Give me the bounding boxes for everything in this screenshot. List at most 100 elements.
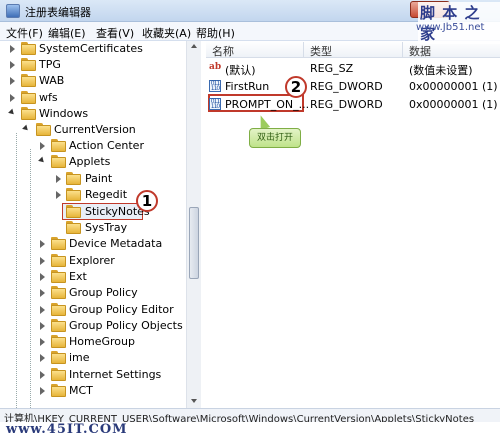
- folder-open-icon: [51, 155, 66, 168]
- scrollbar-thumb[interactable]: [189, 207, 199, 279]
- folder-icon: [66, 221, 81, 234]
- expand-arrow-icon[interactable]: [40, 273, 45, 281]
- expand-arrow-icon[interactable]: [40, 322, 45, 330]
- folder-icon: [51, 335, 66, 348]
- column-divider[interactable]: [303, 42, 304, 57]
- regedit-app-icon: [6, 4, 20, 18]
- tree-item-label: Explorer: [69, 254, 115, 267]
- expand-arrow-icon[interactable]: [40, 338, 45, 346]
- folder-icon: [21, 74, 36, 87]
- collapse-arrow-icon[interactable]: [22, 124, 30, 133]
- folder-icon: [66, 172, 81, 185]
- status-bar: 计算机\HKEY_CURRENT_USER\Software\Microsoft…: [0, 408, 500, 425]
- menu-favorites[interactable]: 收藏夹(A): [142, 25, 191, 41]
- column-header-name[interactable]: 名称: [212, 43, 234, 59]
- tree-guide-line: [30, 149, 31, 408]
- tree-item-label: wfs: [39, 91, 58, 104]
- expand-arrow-icon[interactable]: [40, 306, 45, 314]
- expand-arrow-icon[interactable]: [40, 142, 45, 150]
- value-data: (数值未设置): [409, 64, 473, 77]
- expand-arrow-icon[interactable]: [40, 371, 45, 379]
- tree-item-label: SystemCertificates: [39, 42, 143, 55]
- folder-icon: [51, 351, 66, 364]
- folder-icon: [66, 188, 81, 201]
- tree-item-label: Regedit: [85, 188, 128, 201]
- expand-arrow-icon[interactable]: [40, 354, 45, 362]
- collapse-arrow-icon[interactable]: [8, 108, 16, 117]
- watermark-logo: 脚 本 之 家 www.Jb51.net: [404, 2, 500, 44]
- folder-icon: [66, 205, 81, 218]
- expand-arrow-icon[interactable]: [56, 191, 61, 199]
- tree-item-label: SysTray: [85, 221, 128, 234]
- expand-arrow-icon[interactable]: [56, 175, 61, 183]
- folder-icon: [51, 270, 66, 283]
- menu-view[interactable]: 查看(V): [96, 25, 134, 41]
- scroll-down-arrow-icon[interactable]: [191, 399, 197, 403]
- registry-key-tree[interactable]: SystemCertificates TPG WAB wfs Windows C…: [0, 41, 201, 408]
- expand-arrow-icon[interactable]: [40, 257, 45, 265]
- value-data: 0x00000001 (1): [409, 98, 498, 111]
- folder-icon: [51, 139, 66, 152]
- tree-item-label: CurrentVersion: [54, 123, 136, 136]
- double-click-callout: 双击打开: [249, 128, 301, 148]
- folder-open-icon: [21, 107, 36, 120]
- footer-watermark-strip: www.45IT.COM: [0, 422, 500, 438]
- dword-value-icon: 011 110: [209, 80, 221, 92]
- folder-icon: [51, 384, 66, 397]
- step-1-badge: 1: [136, 190, 158, 212]
- menu-help[interactable]: 帮助(H): [196, 25, 235, 41]
- tree-scrollbar[interactable]: [186, 41, 201, 408]
- expand-arrow-icon[interactable]: [10, 94, 15, 102]
- value-type: REG_DWORD: [310, 80, 383, 93]
- tree-item-label: HomeGroup: [69, 335, 135, 348]
- menu-file[interactable]: 文件(F): [6, 25, 43, 41]
- expand-arrow-icon[interactable]: [40, 289, 45, 297]
- folder-icon: [51, 237, 66, 250]
- value-type: REG_DWORD: [310, 98, 383, 111]
- folder-icon: [51, 254, 66, 267]
- folder-open-icon: [36, 123, 51, 136]
- tree-item-label: MCT: [69, 384, 93, 397]
- tree-item-label: Applets: [69, 155, 111, 168]
- expand-arrow-icon[interactable]: [10, 77, 15, 85]
- expand-arrow-icon[interactable]: [10, 45, 15, 53]
- tree-item-label: Device Metadata: [69, 237, 163, 250]
- tree-item-label: TPG: [39, 58, 61, 71]
- scroll-up-arrow-icon[interactable]: [191, 44, 197, 48]
- value-row-default[interactable]: ab (默认) REG_SZ (数值未设置): [206, 60, 500, 77]
- value-row-firstrun[interactable]: 011 110 FirstRun REG_DWORD 0x00000001 (1): [206, 78, 500, 95]
- value-row-prompt-on[interactable]: 011 110 PROMPT_ON_... REG_DWORD 0x0000000…: [206, 96, 500, 113]
- column-header-type[interactable]: 类型: [310, 43, 332, 59]
- tree-item-label: Group Policy: [69, 286, 138, 299]
- folder-icon: [21, 58, 36, 71]
- folder-icon: [21, 91, 36, 104]
- collapse-arrow-icon[interactable]: [38, 156, 46, 165]
- value-name: (默认): [225, 64, 256, 77]
- tree-item-label: Group Policy Editor: [69, 303, 174, 316]
- value-name: FirstRun: [225, 80, 270, 93]
- expand-arrow-icon[interactable]: [10, 61, 15, 69]
- column-header-data[interactable]: 数据: [409, 43, 431, 59]
- tree-item-label: WAB: [39, 74, 65, 87]
- registry-values-list[interactable]: 名称 类型 数据 ab (默认) REG_SZ (数值未设置) 011 110 F…: [206, 41, 500, 408]
- tree-item-label: Action Center: [69, 139, 144, 152]
- watermark-url: www.Jb51.net: [416, 22, 485, 33]
- tree-item-label: Ext: [69, 270, 87, 283]
- folder-icon: [51, 319, 66, 332]
- value-name: PROMPT_ON_...: [225, 98, 310, 111]
- value-data: 0x00000001 (1): [409, 80, 498, 93]
- folder-icon: [51, 303, 66, 316]
- expand-arrow-icon[interactable]: [40, 240, 45, 248]
- folder-icon: [21, 42, 36, 55]
- tree-item-label: Windows: [39, 107, 89, 120]
- tree-item-label: Group Policy Objects: [69, 319, 183, 332]
- step-2-badge: 2: [285, 76, 307, 98]
- column-divider[interactable]: [402, 42, 403, 57]
- folder-icon: [51, 286, 66, 299]
- menu-edit[interactable]: 编辑(E): [48, 25, 86, 41]
- tree-item-label: Paint: [85, 172, 113, 185]
- footer-watermark-url: www.45IT.COM: [6, 422, 128, 437]
- tree-item-label: Internet Settings: [69, 368, 162, 381]
- expand-arrow-icon[interactable]: [40, 387, 45, 395]
- dword-value-icon: 011 110: [209, 98, 221, 110]
